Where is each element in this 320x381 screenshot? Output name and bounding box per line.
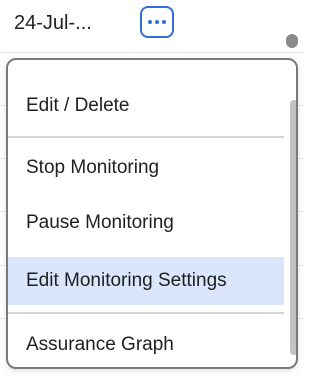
page-scrollbar-thumb[interactable] (286, 34, 298, 48)
menu-item-label: Edit / Delete (26, 95, 130, 116)
menu-item-assurance-graph[interactable]: Assurance Graph (8, 322, 284, 367)
more-actions-button[interactable] (140, 6, 174, 38)
menu-item-label: Assurance Graph (26, 334, 174, 355)
menu-divider (8, 312, 284, 314)
menu-item-edit-monitoring-settings[interactable]: Edit Monitoring Settings (8, 257, 284, 305)
menu-scrollbar-thumb[interactable] (290, 100, 296, 355)
date-cell: 24-Jul-... (14, 12, 92, 34)
table-row: 24-Jul-... (0, 0, 304, 53)
menu-item-stop-monitoring[interactable]: Stop Monitoring (8, 144, 284, 192)
ellipsis-icon (148, 20, 166, 24)
menu-item-label: Edit Monitoring Settings (26, 270, 227, 291)
menu-item-edit-delete[interactable]: Edit / Delete (8, 82, 284, 130)
actions-dropdown-menu: Edit / Delete Stop Monitoring Pause Moni… (6, 58, 298, 369)
menu-item-label: Pause Monitoring (26, 212, 174, 233)
menu-item-pause-monitoring[interactable]: Pause Monitoring (8, 199, 284, 247)
menu-divider (8, 136, 284, 138)
menu-item-label: Stop Monitoring (26, 157, 160, 178)
